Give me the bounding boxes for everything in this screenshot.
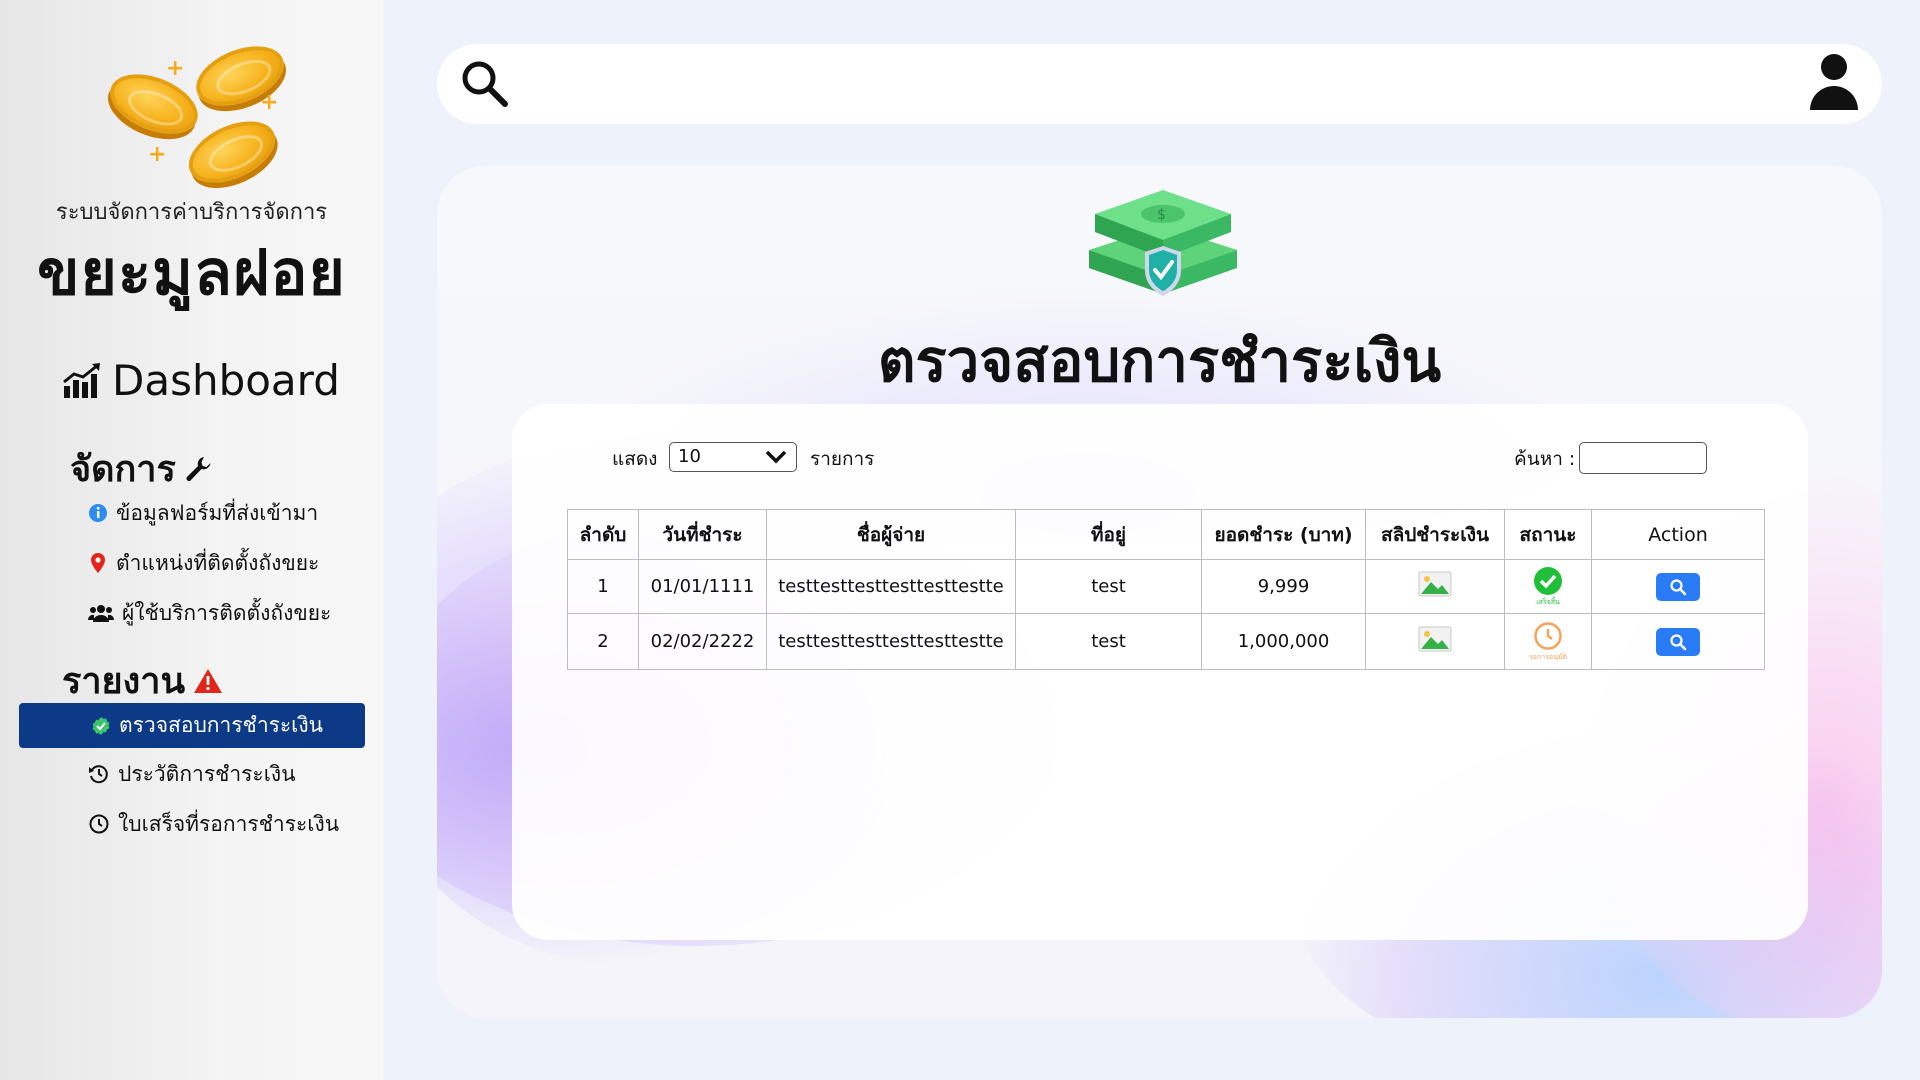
column-header[interactable]: สถานะ (1504, 509, 1592, 560)
payment-amount: 1,000,000 (1201, 613, 1366, 670)
payment-amount: 9,999 (1201, 559, 1366, 614)
section-manage: จัดการ (70, 440, 212, 497)
user-icon[interactable] (1807, 50, 1861, 112)
payment-table: ลำดับ วันที่ชำระ ชื่อผู้จ่าย ที่อยู่ ยอด… (567, 509, 1765, 670)
status-text: เสร็จสิ้น (1536, 597, 1560, 606)
payer-name: testtesttesttesttesttestte (766, 613, 1016, 670)
sidebar-item-label: ใบเสร็จที่รอการชำระเงิน (118, 811, 340, 836)
status-text: รอการอนุมัติ (1528, 652, 1568, 661)
action-cell (1591, 613, 1765, 670)
table-search-input[interactable] (1579, 442, 1707, 474)
column-header[interactable]: สลิปชำระเงิน (1365, 509, 1505, 560)
nav-dashboard[interactable]: Dashboard (62, 356, 340, 405)
sidebar-item-label: ข้อมูลฟอร์มที่ส่งเข้ามา (116, 500, 319, 525)
page-title: ตรวจสอบการชำระเงิน (877, 327, 1442, 395)
coins-logo: + + + (0, 34, 383, 196)
table-row: 1 01/01/1111 testtesttesttesttesttestte … (567, 559, 1765, 614)
alert-triangle-icon (193, 667, 223, 695)
sidebar-item-form-data[interactable]: ข้อมูลฟอร์มที่ส่งเข้ามา (88, 498, 318, 528)
map-pin-icon (88, 552, 108, 574)
show-entries-label: แสดง (612, 448, 658, 470)
column-header[interactable]: ที่อยู่ (1015, 509, 1202, 560)
payment-date: 01/01/1111 (638, 559, 767, 614)
sidebar-item-label: ประวัติการชำระเงิน (118, 761, 296, 786)
check-circle-icon (1533, 566, 1563, 596)
clock-icon (88, 813, 110, 835)
sidebar-item-label: ผู้ใช้บริการติดตั้งถังขยะ (122, 600, 332, 625)
nav-dashboard-label: Dashboard (112, 356, 340, 405)
sidebar: + + + ระบบจัดการค่าบริการจัดการ ขยะมูลฝอ… (0, 0, 383, 1080)
sidebar-item-label: ตำแหน่งที่ติดตั้งถังขยะ (116, 550, 320, 575)
table-header-row: ลำดับ วันที่ชำระ ชื่อผู้จ่าย ที่อยู่ ยอด… (567, 509, 1765, 560)
sidebar-item-bin-location[interactable]: ตำแหน่งที่ติดตั้งถังขยะ (88, 548, 319, 578)
payer-address: test (1015, 613, 1202, 670)
column-header[interactable]: ชื่อผู้จ่าย (766, 509, 1016, 560)
image-icon[interactable] (1418, 571, 1452, 597)
row-number: 1 (567, 559, 639, 614)
payer-address: test (1015, 559, 1202, 614)
top-search-bar (437, 44, 1882, 124)
section-report-label: รายงาน (62, 661, 186, 702)
column-header[interactable]: Action (1591, 509, 1765, 560)
svg-text:$: $ (1157, 207, 1166, 223)
sidebar-item-payment-history[interactable]: ประวัติการชำระเงิน (88, 759, 296, 789)
status-cell: เสร็จสิ้น (1504, 559, 1592, 614)
entries-select[interactable]: 10 (669, 442, 797, 472)
column-header[interactable]: ยอดชำระ (บาท) (1201, 509, 1366, 560)
search-icon[interactable] (459, 58, 511, 110)
action-cell (1591, 559, 1765, 614)
section-report: รายงาน (62, 652, 223, 709)
wrench-icon (184, 455, 212, 483)
users-icon (88, 603, 114, 623)
sidebar-item-label: ตรวจสอบการชำระเงิน (119, 713, 323, 737)
view-payment-button[interactable] (1656, 627, 1700, 656)
search-icon (1670, 633, 1687, 650)
sidebar-item-pending-receipts[interactable]: ใบเสร็จที่รอการชำระเงิน (88, 809, 339, 839)
money-shield-icon: $ (1081, 180, 1241, 304)
slip-cell (1365, 613, 1505, 670)
payer-name: testtesttesttesttesttestte (766, 559, 1016, 614)
clock-icon (1533, 621, 1563, 651)
slip-cell (1365, 559, 1505, 614)
section-manage-label: จัดการ (70, 449, 176, 490)
sidebar-item-verify-payment[interactable]: ตรวจสอบการชำระเงิน (19, 703, 365, 748)
sidebar-item-bin-users[interactable]: ผู้ใช้บริการติดตั้งถังขยะ (88, 598, 331, 628)
row-number: 2 (567, 613, 639, 670)
column-header[interactable]: ลำดับ (567, 509, 639, 560)
column-header[interactable]: วันที่ชำระ (638, 509, 767, 560)
main-panel: $ ตรวจสอบการชำระเงิน แสดง 10 รายการ ค้นห… (437, 166, 1882, 1018)
table-search-label: ค้นหา : (1514, 448, 1576, 470)
chart-growth-icon (62, 362, 102, 400)
view-payment-button[interactable] (1656, 572, 1700, 601)
chevron-down-icon (764, 445, 788, 467)
info-icon (88, 503, 108, 523)
history-icon (88, 763, 110, 785)
verified-badge-icon (91, 716, 111, 736)
entries-unit-label: รายการ (810, 448, 875, 470)
image-icon[interactable] (1418, 626, 1452, 652)
entries-select-value: 10 (678, 446, 701, 467)
app-title: ขยะมูลฝอย (37, 236, 346, 309)
search-icon (1670, 578, 1687, 595)
status-badge: เสร็จสิ้น (1533, 566, 1563, 608)
status-badge: รอการอนุมัติ (1529, 621, 1567, 663)
status-cell: รอการอนุมัติ (1504, 613, 1592, 670)
payment-table-card: แสดง 10 รายการ ค้นหา : ลำดับ วันที่ชำระ … (512, 404, 1808, 940)
payment-date: 02/02/2222 (638, 613, 767, 670)
table-row: 2 02/02/2222 testtesttesttesttesttestte … (567, 613, 1765, 670)
